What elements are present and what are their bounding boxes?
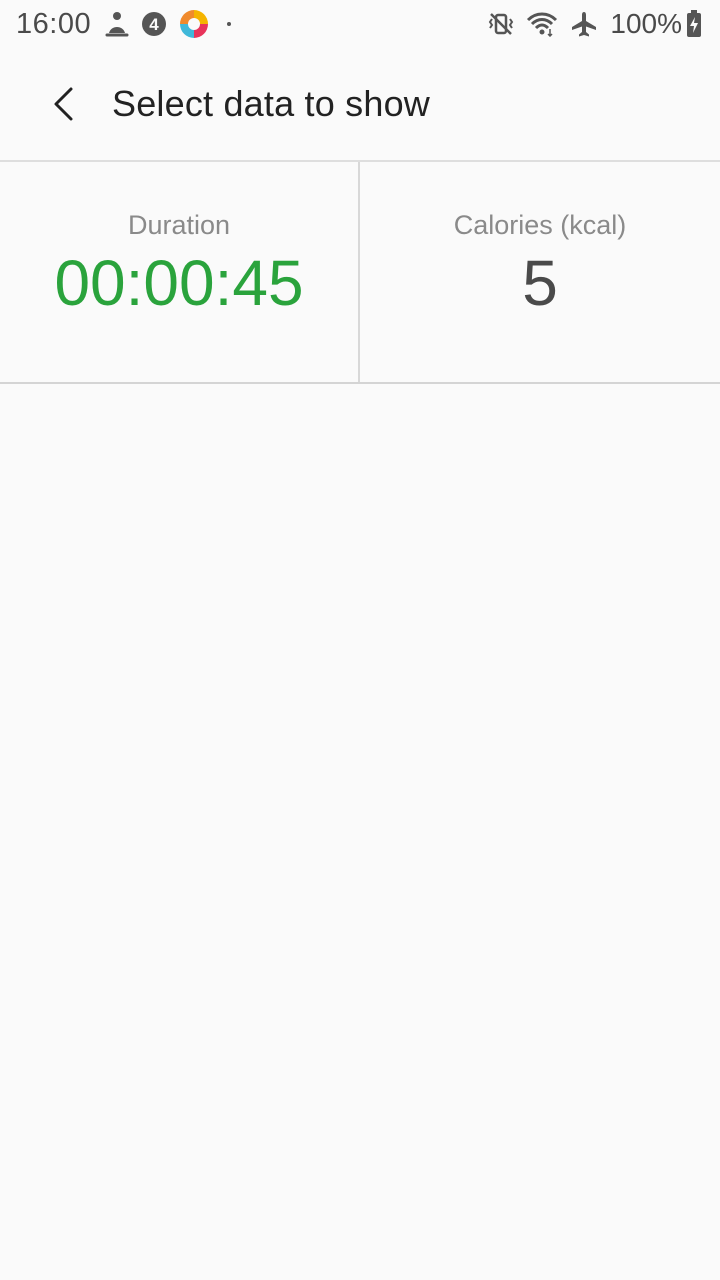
metric-label: Calories (kcal) — [453, 210, 627, 240]
airplane-icon — [570, 10, 598, 38]
chevron-left-icon — [51, 86, 75, 122]
metric-label: Duration — [127, 210, 231, 240]
meditation-icon — [105, 11, 129, 37]
metrics-grid: Duration 00:00:45 Calories (kcal) 5 — [0, 160, 720, 384]
metric-value: 5 — [522, 247, 558, 319]
status-time: 16:00 — [16, 7, 92, 40]
wifi-icon — [526, 11, 558, 37]
metric-cell-calories[interactable]: Calories (kcal) 5 — [360, 162, 720, 382]
battery-charging-icon — [686, 10, 702, 38]
four-badge-icon: 4 — [141, 11, 167, 37]
svg-text:4: 4 — [149, 15, 159, 34]
back-button[interactable] — [0, 48, 96, 160]
notification-dot-icon — [227, 22, 232, 26]
status-bar: 16:00 4 100% — [0, 0, 720, 48]
page-title: Select data to show — [112, 83, 430, 124]
metric-cell-duration[interactable]: Duration 00:00:45 — [0, 162, 360, 382]
status-right: 100% — [488, 8, 702, 40]
battery-percent: 100% — [610, 8, 682, 39]
vibrate-mute-icon — [488, 11, 514, 37]
status-left: 16:00 4 — [16, 7, 232, 41]
colorful-app-icon — [179, 9, 209, 39]
app-bar: Select data to show — [0, 48, 720, 160]
metric-value: 00:00:45 — [54, 247, 304, 319]
